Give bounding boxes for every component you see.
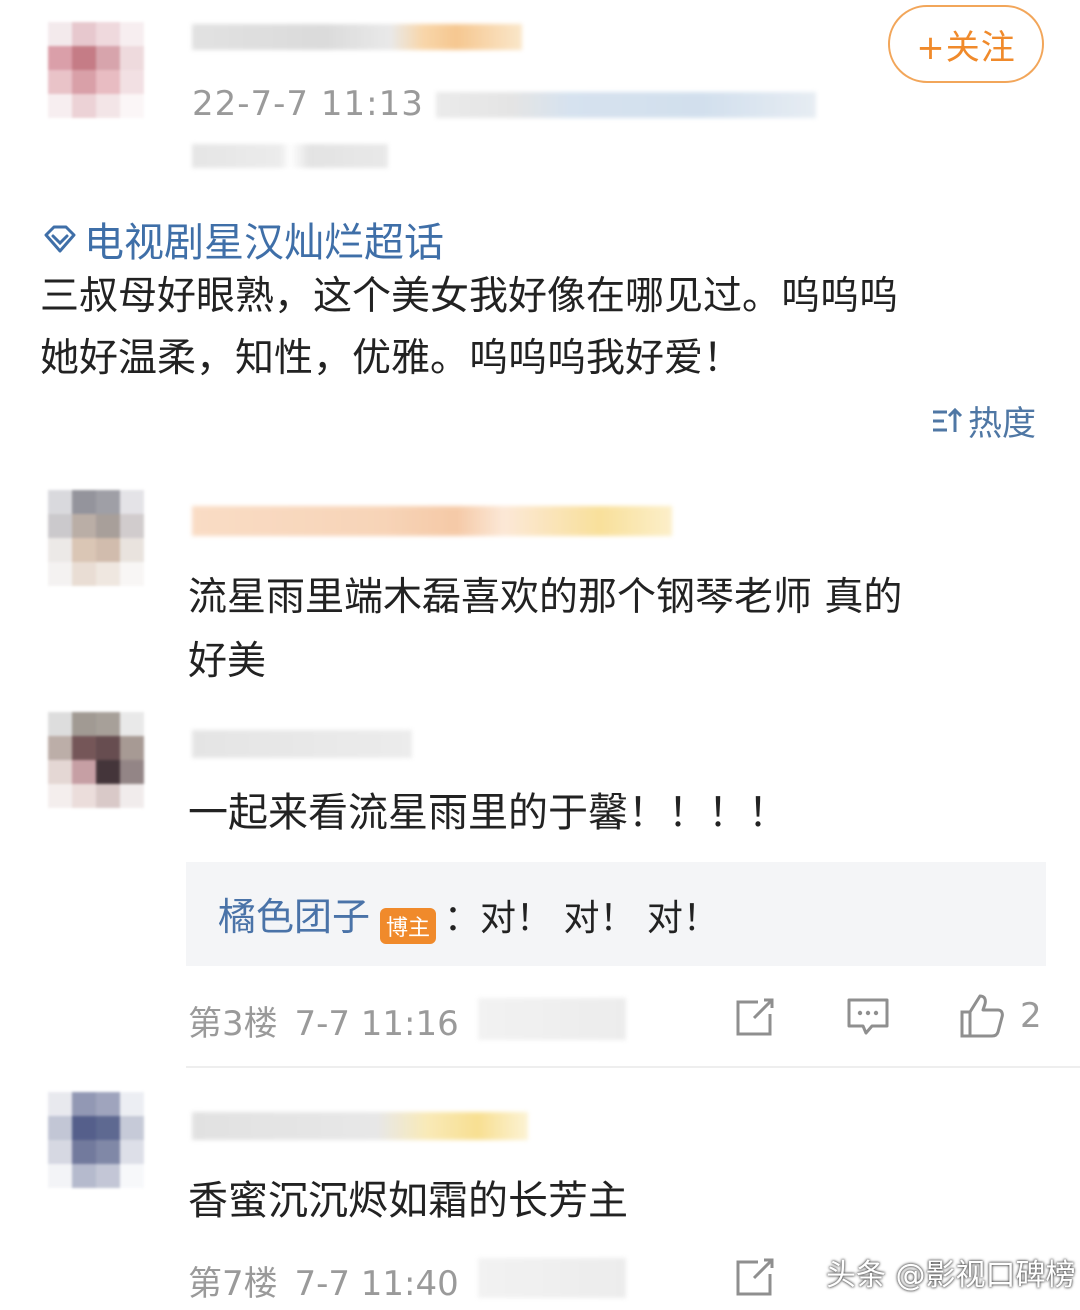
watermark: 头条 @影视口碑榜 bbox=[826, 1258, 1076, 1293]
comment-icon[interactable] bbox=[846, 996, 890, 1038]
commenter-avatar[interactable] bbox=[48, 490, 144, 586]
like-count: 2 bbox=[1020, 996, 1042, 1036]
post-text-line: 她好温柔，知性，优雅。呜呜呜我好爱！ bbox=[40, 336, 743, 381]
comment-text: 一起来看流星雨里的于馨！！！！ bbox=[188, 790, 788, 836]
comment-text-line: 好美 bbox=[188, 639, 267, 684]
comment-text: 香蜜沉沉烬如霜的长芳主 bbox=[188, 1178, 628, 1224]
comment-meta: 第3楼 7-7 11:16 bbox=[188, 996, 459, 1045]
share-icon[interactable] bbox=[734, 1256, 776, 1298]
commenter-avatar[interactable] bbox=[48, 1092, 144, 1188]
post-text: 三叔母好眼熟，这个美女我好像在哪见过。呜呜呜 她好温柔，知性，优雅。呜呜呜我好爱… bbox=[40, 266, 1050, 390]
like-button[interactable]: 2 bbox=[958, 992, 1042, 1040]
floor-label: 第7楼 bbox=[188, 1264, 278, 1304]
commenter-avatar[interactable] bbox=[48, 712, 144, 808]
post-timestamp: 22-7-7 11:13 bbox=[192, 84, 424, 124]
sort-label: 热度 bbox=[968, 404, 1036, 444]
comment-time: 7-7 11:16 bbox=[294, 1004, 459, 1044]
follow-button[interactable]: +关注 bbox=[888, 5, 1044, 83]
share-icon[interactable] bbox=[734, 996, 776, 1038]
author-badge: 博主 bbox=[380, 907, 437, 944]
post-source-blurred bbox=[436, 92, 816, 118]
reply-text: ：对！ 对！ 对！ bbox=[444, 898, 719, 939]
comment-source-blurred bbox=[478, 998, 626, 1040]
comment-meta: 第7楼 7-7 11:40 bbox=[188, 1256, 459, 1305]
comment-text-line: 流星雨里端木磊喜欢的那个钢琴老师 真的 bbox=[188, 575, 903, 620]
commenter-name-blurred[interactable] bbox=[192, 1112, 528, 1140]
sort-icon bbox=[933, 407, 963, 432]
post-extra-blurred bbox=[192, 144, 388, 168]
floor-label: 第3楼 bbox=[188, 1004, 278, 1044]
author-avatar[interactable] bbox=[48, 22, 144, 118]
thumbs-up-icon bbox=[960, 994, 1004, 1038]
comment-text: 流星雨里端木磊喜欢的那个钢琴老师 真的 好美 bbox=[188, 566, 1048, 694]
topic-label: 电视剧星汉灿烂超话 bbox=[84, 220, 444, 266]
diamond-topic-icon bbox=[44, 225, 76, 253]
commenter-name-blurred[interactable] bbox=[192, 506, 672, 536]
comment-source-blurred bbox=[478, 1258, 626, 1298]
sort-by-hot-button[interactable]: 热度 bbox=[930, 396, 1036, 445]
comment-time: 7-7 11:40 bbox=[294, 1264, 459, 1304]
reply-author-link[interactable]: 橘色团子 bbox=[218, 895, 370, 939]
author-name-blurred[interactable] bbox=[192, 24, 522, 50]
topic-link[interactable]: 电视剧星汉灿烂超话 bbox=[40, 210, 444, 268]
comment-divider bbox=[186, 1066, 1080, 1068]
post-text-line: 三叔母好眼熟，这个美女我好像在哪见过。呜呜呜 bbox=[40, 274, 899, 319]
commenter-name-blurred[interactable] bbox=[192, 730, 412, 758]
reply-preview[interactable]: 橘色团子 博主 ：对！ 对！ 对！ bbox=[186, 862, 1046, 966]
